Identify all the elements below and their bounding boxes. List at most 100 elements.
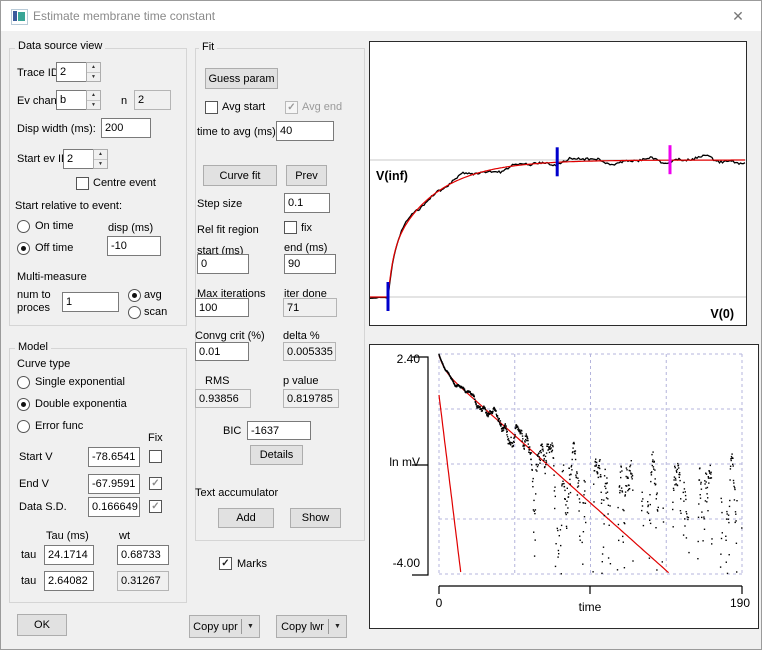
bic-field[interactable]: -1637 [247, 421, 311, 440]
dropdown-arrow-icon[interactable]: ▼ [329, 616, 346, 637]
trace-id-label: Trace ID [17, 67, 59, 79]
time-to-avg-input[interactable]: 40 [276, 121, 334, 141]
error-func-radio[interactable] [17, 420, 30, 433]
iter-done-field: 71 [283, 298, 337, 317]
y-tick-top: 2.40 [396, 352, 420, 366]
double-exponential-radio[interactable] [17, 398, 30, 411]
start-ev-id-label: Start ev ID [17, 153, 69, 165]
copy-upr-caption[interactable]: Copy upr [190, 616, 241, 637]
centre-event-checkbox[interactable] [76, 177, 89, 190]
up-arrow-icon[interactable]: ▲ [87, 91, 100, 101]
tau2-input[interactable]: 2.64082 [44, 571, 94, 591]
off-time-label: Off time [35, 242, 74, 254]
app-icon [11, 9, 28, 25]
n-label: n [121, 95, 128, 107]
copy-upr-button[interactable]: Copy upr ▼ [189, 615, 260, 638]
data-sd-input[interactable]: 0.166649 [88, 497, 140, 517]
window-title: Estimate membrane time constant [33, 9, 216, 23]
copy-lwr-button[interactable]: Copy lwr ▼ [276, 615, 347, 638]
start-v-fix-checkbox[interactable] [149, 450, 162, 463]
start-ev-id-spinner[interactable]: ▲ ▼ [93, 149, 108, 169]
tau-header: Tau (ms) [46, 530, 89, 542]
start-ev-id-input[interactable]: 2 [63, 149, 94, 169]
down-arrow-icon[interactable]: ▼ [87, 73, 100, 82]
v-inf-label: V(inf) [376, 169, 408, 183]
title-bar: Estimate membrane time constant ✕ [1, 1, 761, 31]
end-v-input[interactable]: -67.9591 [88, 474, 140, 494]
tau2-label: tau [21, 575, 37, 587]
data-sd-label: Data S.D. [19, 501, 67, 513]
fit-end-input[interactable]: 90 [284, 254, 336, 274]
rms-label: RMS [205, 375, 230, 387]
data-sd-fix-checkbox[interactable]: ✓ [149, 500, 162, 513]
check-icon: ✓ [151, 477, 160, 489]
ok-button[interactable]: OK [17, 614, 67, 636]
scan-label: scan [144, 306, 168, 318]
disp-width-input[interactable]: 200 [101, 118, 151, 138]
copy-lwr-caption[interactable]: Copy lwr [277, 616, 328, 637]
single-exponential-radio[interactable] [17, 376, 30, 389]
off-time-radio[interactable] [17, 242, 30, 255]
convg-crit-input[interactable]: 0.01 [195, 342, 249, 361]
chart-upper-trace[interactable]: V(inf) V(0) [369, 41, 747, 326]
proces-label: proces [17, 302, 51, 314]
max-iterations-input[interactable]: 100 [195, 298, 249, 317]
avg-start-checkbox[interactable] [205, 101, 218, 114]
step-size-input[interactable]: 0.1 [284, 193, 330, 213]
fix-label: fix [301, 222, 312, 234]
avg-radio[interactable] [128, 289, 141, 302]
show-button[interactable]: Show [290, 508, 341, 528]
curve-type-label: Curve type [17, 358, 71, 370]
dialog-estimate-membrane-time-constant: Estimate membrane time constant ✕ Data s… [0, 0, 762, 650]
disp-width-label: Disp width (ms): [17, 123, 96, 135]
ev-chan-spinner[interactable]: ▲ ▼ [86, 90, 101, 110]
marks-label: Marks [237, 558, 267, 570]
trace-id-input[interactable]: 2 [56, 62, 87, 82]
up-arrow-icon[interactable]: ▲ [87, 63, 100, 73]
start-v-label: Start V [19, 451, 53, 463]
group-data-source-title: Data source view [15, 40, 106, 53]
disp-ms-input[interactable]: -10 [107, 236, 161, 256]
x-tick-left: 0 [435, 596, 443, 610]
rel-fit-region-label: Rel fit region [197, 224, 259, 236]
prev-button[interactable]: Prev [286, 165, 327, 186]
tau1-input[interactable]: 24.1714 [44, 545, 94, 565]
lower-plot [412, 353, 743, 594]
y-axis-label: ln mV [389, 455, 420, 469]
num-to-proces-input[interactable]: 1 [62, 292, 119, 312]
p-value-label: p value [283, 375, 319, 387]
ev-chan-input[interactable]: b [56, 90, 87, 110]
curve-fit-button[interactable]: Curve fit [203, 165, 277, 186]
chart-lower-semilog[interactable]: 2.40 ln mV -4.00 0 time 190 [369, 344, 759, 629]
wt1-input[interactable]: 0.68733 [117, 545, 169, 565]
details-button[interactable]: Details [250, 445, 303, 465]
close-icon[interactable]: ✕ [715, 1, 761, 31]
up-arrow-icon[interactable]: ▲ [94, 150, 107, 160]
guess-param-button[interactable]: Guess param [205, 68, 278, 89]
avg-start-label: Avg start [222, 101, 266, 113]
trace-id-spinner[interactable]: ▲ ▼ [86, 62, 101, 82]
x-axis-label: time [578, 600, 602, 614]
scan-radio[interactable] [128, 306, 141, 319]
dropdown-arrow-icon[interactable]: ▼ [242, 616, 259, 637]
rms-field: 0.93856 [195, 389, 251, 408]
start-v-input[interactable]: -78.6541 [88, 447, 140, 467]
add-button[interactable]: Add [218, 508, 274, 528]
on-time-radio[interactable] [17, 220, 30, 233]
check-icon: ✓ [221, 557, 230, 569]
n-value-field: 2 [134, 90, 171, 110]
group-model-title: Model [15, 341, 51, 354]
end-v-label: End V [19, 478, 49, 490]
single-exponential-label: Single exponential [35, 376, 125, 388]
num-to-label: num to [17, 289, 51, 301]
down-arrow-icon[interactable]: ▼ [94, 160, 107, 169]
down-arrow-icon[interactable]: ▼ [87, 101, 100, 110]
end-v-fix-checkbox[interactable]: ✓ [149, 477, 162, 490]
start-relative-label: Start relative to event: [15, 200, 122, 212]
double-exponential-label: Double exponentia [35, 398, 127, 410]
marks-checkbox[interactable]: ✓ [219, 557, 232, 570]
text-accumulator-label: Text accumulator [195, 487, 279, 499]
fit-start-input[interactable]: 0 [197, 254, 249, 274]
fix-checkbox[interactable] [284, 221, 297, 234]
wt-header: wt [119, 530, 130, 542]
